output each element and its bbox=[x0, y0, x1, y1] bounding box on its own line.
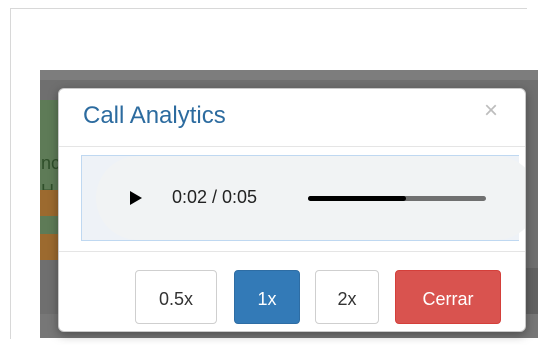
call-analytics-modal: Call Analytics × 0:02 / 0:05 0.5x 1x 2x … bbox=[58, 88, 526, 332]
audio-player: 0:02 / 0:05 bbox=[96, 156, 525, 240]
background-orange-button bbox=[40, 190, 60, 216]
time-display: 0:02 / 0:05 bbox=[172, 187, 258, 207]
modal-footer: 0.5x 1x 2x Cerrar bbox=[59, 251, 525, 331]
speed-1x-button[interactable]: 1x bbox=[234, 270, 300, 324]
play-button[interactable] bbox=[128, 190, 144, 206]
modal-body: 0:02 / 0:05 bbox=[59, 147, 525, 251]
background-orange-button bbox=[40, 234, 60, 260]
speed-0-5x-button[interactable]: 0.5x bbox=[135, 270, 217, 324]
close-button[interactable]: × bbox=[481, 99, 501, 123]
background-bar bbox=[40, 70, 538, 80]
seek-progress-fill bbox=[308, 196, 406, 201]
close-modal-button[interactable]: Cerrar bbox=[395, 270, 501, 324]
audio-player-container: 0:02 / 0:05 bbox=[81, 155, 525, 241]
speed-2x-button[interactable]: 2x bbox=[315, 270, 379, 324]
background-left-panel: nc H bbox=[40, 100, 60, 250]
modal-title: Call Analytics bbox=[83, 102, 226, 129]
seek-slider[interactable] bbox=[308, 196, 486, 201]
play-icon bbox=[130, 191, 142, 205]
modal-header: Call Analytics × bbox=[59, 89, 525, 147]
